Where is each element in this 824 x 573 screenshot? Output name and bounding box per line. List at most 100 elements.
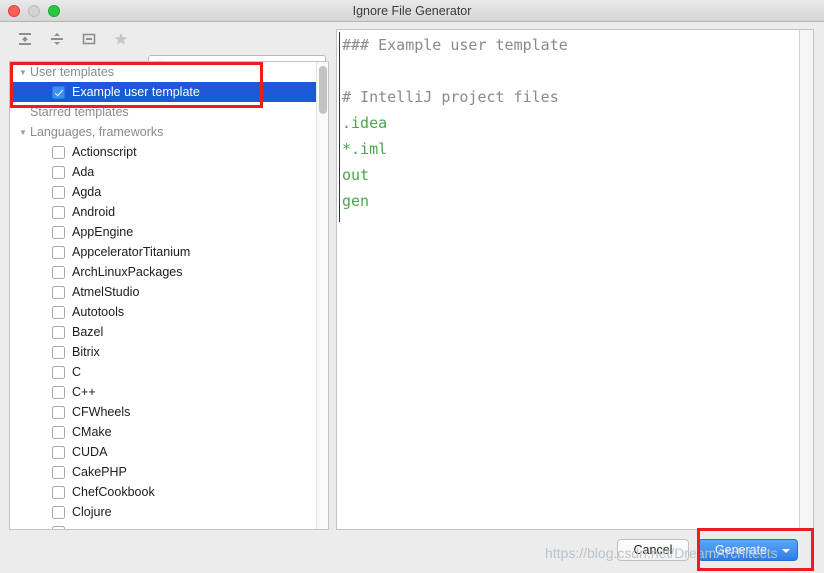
- cancel-button[interactable]: Cancel: [617, 539, 689, 561]
- checkbox[interactable]: [52, 505, 65, 519]
- editor-line-text: *.iml: [342, 140, 388, 158]
- tree-item[interactable]: CFWheels: [10, 402, 318, 422]
- window-controls: [8, 5, 60, 17]
- tree-scrollbar-thumb[interactable]: [319, 66, 327, 114]
- tree-item[interactable]: CakePHP: [10, 462, 318, 482]
- editor-line: gen: [337, 188, 799, 214]
- editor-line: out: [337, 162, 799, 188]
- tree-item-label: Android: [72, 205, 116, 219]
- tree-item[interactable]: Ada: [10, 162, 318, 182]
- checkbox[interactable]: [52, 485, 65, 499]
- checkbox[interactable]: [52, 185, 65, 199]
- checkbox[interactable]: [52, 445, 65, 459]
- tree-item-label: CFWheels: [72, 405, 131, 419]
- tree-item-label: AppceleratorTitanium: [72, 245, 191, 259]
- tree-scrollbar[interactable]: [316, 62, 328, 529]
- checkbox[interactable]: [52, 365, 65, 379]
- tree-item[interactable]: AppEngine: [10, 222, 318, 242]
- editor-line: *.iml: [337, 136, 799, 162]
- tree-item-example-user-template[interactable]: Example user template: [10, 82, 318, 102]
- tree-item[interactable]: Bitrix: [10, 342, 318, 362]
- checkbox[interactable]: [52, 85, 65, 99]
- checkbox[interactable]: [52, 405, 65, 419]
- tree-item[interactable]: Clojure: [10, 502, 318, 522]
- tree-item[interactable]: Bazel: [10, 322, 318, 342]
- cancel-button-label: Cancel: [633, 543, 673, 557]
- editor-line: [337, 58, 799, 84]
- minimize-button[interactable]: [28, 5, 40, 17]
- tree-item-label: ChefCookbook: [72, 485, 155, 499]
- checkbox[interactable]: [52, 305, 65, 319]
- tree-item[interactable]: AtmelStudio: [10, 282, 318, 302]
- tree-group-user-templates[interactable]: ▼ User templates: [10, 62, 318, 82]
- checkbox[interactable]: [52, 325, 65, 339]
- collapse-all-button[interactable]: [46, 28, 68, 50]
- templates-tree[interactable]: ▼User templatesExample user template►Sta…: [10, 62, 318, 529]
- tree-group-label: User templates: [30, 65, 115, 79]
- panel-toggle-button[interactable]: [78, 28, 100, 50]
- tree-item[interactable]: Autotools: [10, 302, 318, 322]
- close-button[interactable]: [8, 5, 20, 17]
- editor-scrollbar[interactable]: [799, 30, 813, 529]
- tree-item-label: AtmelStudio: [72, 285, 140, 299]
- chevron-down-icon: [782, 549, 790, 553]
- window-title: Ignore File Generator: [352, 3, 472, 18]
- checkbox[interactable]: [52, 345, 65, 359]
- tree-item[interactable]: AppceleratorTitanium: [10, 242, 318, 262]
- editor-text-area[interactable]: ### Example user template # IntelliJ pro…: [337, 30, 799, 529]
- generate-button[interactable]: Generate: [698, 539, 798, 561]
- checkbox[interactable]: [52, 145, 65, 159]
- expand-all-icon: [19, 33, 31, 45]
- tree-item-label: Bitrix: [72, 345, 100, 359]
- tree-item-label: CMake: [72, 425, 112, 439]
- tree-item-label: C++: [72, 385, 96, 399]
- tree-item-label: Actionscript: [72, 145, 137, 159]
- chevron-down-icon[interactable]: ▼: [16, 128, 30, 137]
- checkbox[interactable]: [52, 425, 65, 439]
- tree-item[interactable]: C++: [10, 382, 318, 402]
- checkbox[interactable]: [52, 385, 65, 399]
- tree-item-label: C: [72, 365, 82, 379]
- editor-line-text: [342, 62, 351, 80]
- editor-line-text: out: [342, 166, 370, 184]
- tree-item-label: Clojure: [72, 505, 112, 519]
- tree-item[interactable]: CMake: [10, 422, 318, 442]
- checkbox[interactable]: [52, 525, 65, 529]
- tree-item[interactable]: Actionscript: [10, 142, 318, 162]
- tree-item-label: Agda: [72, 185, 102, 199]
- expand-all-button[interactable]: [14, 28, 36, 50]
- star-button[interactable]: [110, 28, 132, 50]
- editor-line-text: ### Example user template: [342, 36, 568, 54]
- tree-group-starred-templates[interactable]: ►Starred templates: [10, 102, 318, 122]
- tree-item[interactable]: C: [10, 362, 318, 382]
- editor-line-text: gen: [342, 192, 370, 210]
- tree-item-label: Autotools: [72, 305, 125, 319]
- generate-button-label: Generate: [714, 543, 768, 557]
- tree-group-languages-frameworks[interactable]: ▼ Languages, frameworks: [10, 122, 318, 142]
- tree-item[interactable]: ArchLinuxPackages: [10, 262, 318, 282]
- checkbox[interactable]: [52, 465, 65, 479]
- checkbox[interactable]: [52, 245, 65, 259]
- checkbox[interactable]: [52, 205, 65, 219]
- tree-item-label: CUDA: [72, 445, 108, 459]
- star-icon: [115, 33, 127, 45]
- tree-item[interactable]: ChefCookbook: [10, 482, 318, 502]
- tree-item-label: CakePHP: [72, 465, 127, 479]
- checkbox[interactable]: [52, 225, 65, 239]
- tree-group-label: Languages, frameworks: [30, 125, 164, 139]
- tree-item[interactable]: Android: [10, 202, 318, 222]
- chevron-down-icon[interactable]: ▼: [16, 68, 30, 77]
- checkbox[interactable]: [52, 285, 65, 299]
- editor-line-text: # IntelliJ project files: [342, 88, 559, 106]
- editor-caret: [339, 32, 340, 222]
- tree-item-label: AppEngine: [72, 225, 134, 239]
- tree-item[interactable]: Agda: [10, 182, 318, 202]
- checkbox[interactable]: [52, 265, 65, 279]
- tree-item[interactable]: CUDA: [10, 442, 318, 462]
- template-content-editor[interactable]: ### Example user template # IntelliJ pro…: [336, 29, 814, 530]
- checkbox[interactable]: [52, 165, 65, 179]
- templates-tree-panel: ▼User templatesExample user template►Sta…: [9, 61, 329, 530]
- editor-line: # IntelliJ project files: [337, 84, 799, 110]
- tree-item-partial[interactable]: [10, 522, 318, 529]
- zoom-button[interactable]: [48, 5, 60, 17]
